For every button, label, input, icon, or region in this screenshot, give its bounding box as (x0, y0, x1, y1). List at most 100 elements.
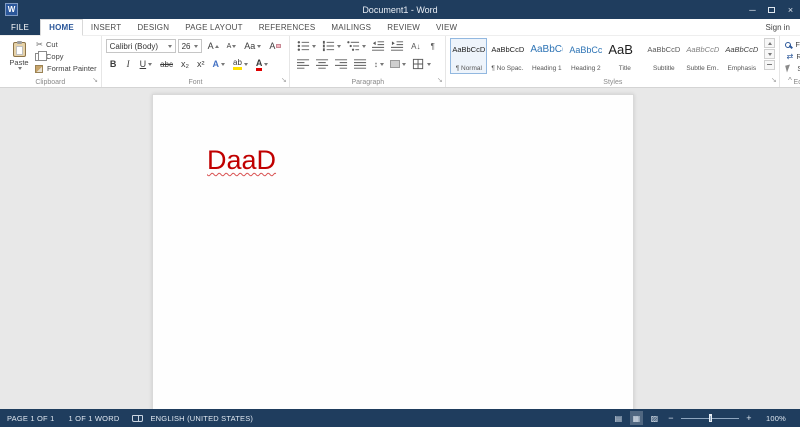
style-emphasis[interactable]: AaBbCcD Emphasis (723, 38, 760, 74)
zoom-in-button[interactable]: + (744, 413, 754, 423)
minimize-button[interactable]: ─ (743, 0, 762, 19)
dropdown-arrow-icon (221, 62, 226, 66)
clear-formatting-button[interactable]: A (266, 39, 284, 53)
subscript-button[interactable]: x₂ (178, 57, 192, 71)
dropdown-arrow-icon (193, 44, 198, 48)
format-painter-button[interactable]: Format Painter (34, 63, 97, 74)
title-bar: W Document1 - Word ─ × (0, 0, 800, 19)
style-subtitle[interactable]: AaBbCcD Subtitle (645, 38, 682, 74)
style-subtle-emphasis[interactable]: AaBbCcD Subtle Em... (684, 38, 721, 74)
close-button[interactable]: × (781, 0, 800, 19)
styles-scroll-down-button[interactable] (764, 49, 776, 59)
borders-button[interactable] (410, 57, 433, 71)
collapse-ribbon-button[interactable]: ^ (783, 76, 797, 85)
style-heading-1[interactable]: AaBbC( Heading 1 (528, 38, 565, 74)
document-page[interactable]: DaaD (152, 94, 634, 409)
cut-button[interactable]: ✂ Cut (34, 39, 97, 50)
style-name: ¶ No Spac... (491, 65, 525, 72)
shrink-font-button[interactable]: A (224, 39, 240, 53)
text-effects-label: A (212, 59, 220, 69)
tab-insert[interactable]: INSERT (83, 19, 129, 35)
restore-button[interactable] (762, 0, 781, 19)
font-dialog-launcher[interactable]: ↘ (279, 77, 288, 86)
language-indicator[interactable]: ENGLISH (UNITED STATES) (143, 414, 260, 423)
highlight-label: ab (233, 58, 242, 70)
up-arrow-icon (767, 41, 772, 45)
style-name: Subtle Em... (686, 65, 720, 72)
sign-in-button[interactable]: Sign in (756, 19, 800, 35)
styles-scroll-up-button[interactable] (764, 38, 776, 48)
find-icon (785, 41, 792, 48)
find-label: Find (795, 40, 800, 49)
web-layout-button[interactable]: ▨ (648, 411, 661, 425)
read-mode-button[interactable]: ▤ (612, 411, 625, 425)
font-color-button[interactable]: A (253, 57, 272, 71)
word-logo-icon[interactable]: W (5, 3, 18, 16)
replace-button[interactable]: ⇄ Replace (784, 51, 800, 62)
tab-design[interactable]: DESIGN (129, 19, 177, 35)
print-layout-button[interactable]: ▦ (630, 411, 644, 425)
superscript-button[interactable]: x² (194, 57, 208, 71)
align-left-button[interactable] (295, 57, 312, 71)
paragraph-dialog-launcher[interactable]: ↘ (435, 77, 444, 86)
paste-button[interactable]: Paste (4, 38, 34, 74)
decrease-indent-button[interactable] (370, 39, 387, 53)
sort-button[interactable]: A↓ (408, 39, 423, 53)
multilevel-list-button[interactable] (345, 39, 368, 53)
style-normal[interactable]: AaBbCcDc ¶ Normal (450, 38, 488, 74)
zoom-level[interactable]: 100% (759, 414, 793, 423)
clipboard-dialog-launcher[interactable]: ↘ (91, 77, 100, 86)
font-name-value: Calibri (Body) (109, 41, 159, 51)
text-effects-button[interactable]: A (210, 57, 229, 71)
strikethrough-button[interactable]: abc (157, 57, 176, 71)
paste-label: Paste (9, 58, 29, 67)
style-name: ¶ Normal (455, 65, 482, 72)
tab-mailings[interactable]: MAILINGS (323, 19, 379, 35)
italic-button[interactable]: I (122, 57, 135, 71)
zoom-slider[interactable] (681, 414, 740, 422)
align-right-button[interactable] (333, 57, 350, 71)
align-center-button[interactable] (314, 57, 331, 71)
tab-review[interactable]: REVIEW (379, 19, 428, 35)
zoom-slider-thumb[interactable] (709, 414, 713, 422)
select-button[interactable]: Select (784, 63, 800, 74)
font-name-select[interactable]: Calibri (Body) (105, 39, 176, 53)
style-heading-2[interactable]: AaBbCcE Heading 2 (567, 38, 604, 74)
numbering-button[interactable] (320, 39, 343, 53)
down-arrow-icon (767, 52, 772, 56)
document-text[interactable]: DaaD (207, 145, 276, 176)
style-no-spacing[interactable]: AaBbCcDc ¶ No Spac... (489, 38, 526, 74)
styles-dialog-launcher[interactable]: ↘ (769, 77, 778, 86)
tab-home[interactable]: HOME (40, 19, 83, 36)
page-count[interactable]: PAGE 1 OF 1 (0, 414, 62, 423)
style-title[interactable]: AaB Title (606, 38, 643, 74)
proofing-book-icon[interactable] (132, 414, 144, 422)
clear-formatting-label: A (269, 41, 276, 51)
dropdown-arrow-icon (362, 44, 367, 48)
tab-references[interactable]: REFERENCES (251, 19, 324, 35)
font-group: Calibri (Body) 26 A A Aa A B I U abc x₂ … (102, 36, 291, 87)
styles-gallery-more-button[interactable] (764, 60, 776, 70)
paragraph-group: A↓ ¶ ↕ Paragraph ↘ (290, 36, 447, 87)
zoom-out-button[interactable]: − (666, 413, 676, 423)
highlight-button[interactable]: ab (230, 57, 251, 71)
bold-button[interactable]: B (107, 57, 120, 71)
underline-button[interactable]: U (137, 57, 156, 71)
grow-font-button[interactable]: A (205, 39, 222, 53)
line-spacing-button[interactable]: ↕ (371, 57, 386, 71)
bullets-button[interactable] (295, 39, 318, 53)
tab-page-layout[interactable]: PAGE LAYOUT (177, 19, 250, 35)
copy-button[interactable]: Copy (34, 50, 97, 62)
change-case-button[interactable]: Aa (241, 39, 264, 53)
tab-view[interactable]: VIEW (428, 19, 465, 35)
font-size-select[interactable]: 26 (177, 39, 202, 53)
shading-button[interactable] (388, 57, 408, 71)
tab-file[interactable]: FILE (0, 19, 41, 35)
increase-indent-button[interactable] (389, 39, 406, 53)
style-preview: AaB (608, 42, 633, 57)
dropdown-arrow-icon (243, 62, 248, 66)
find-button[interactable]: Find (784, 39, 800, 50)
justify-button[interactable] (352, 57, 369, 71)
show-formatting-marks-button[interactable]: ¶ (425, 39, 440, 53)
word-count[interactable]: 1 OF 1 WORD (62, 414, 127, 423)
